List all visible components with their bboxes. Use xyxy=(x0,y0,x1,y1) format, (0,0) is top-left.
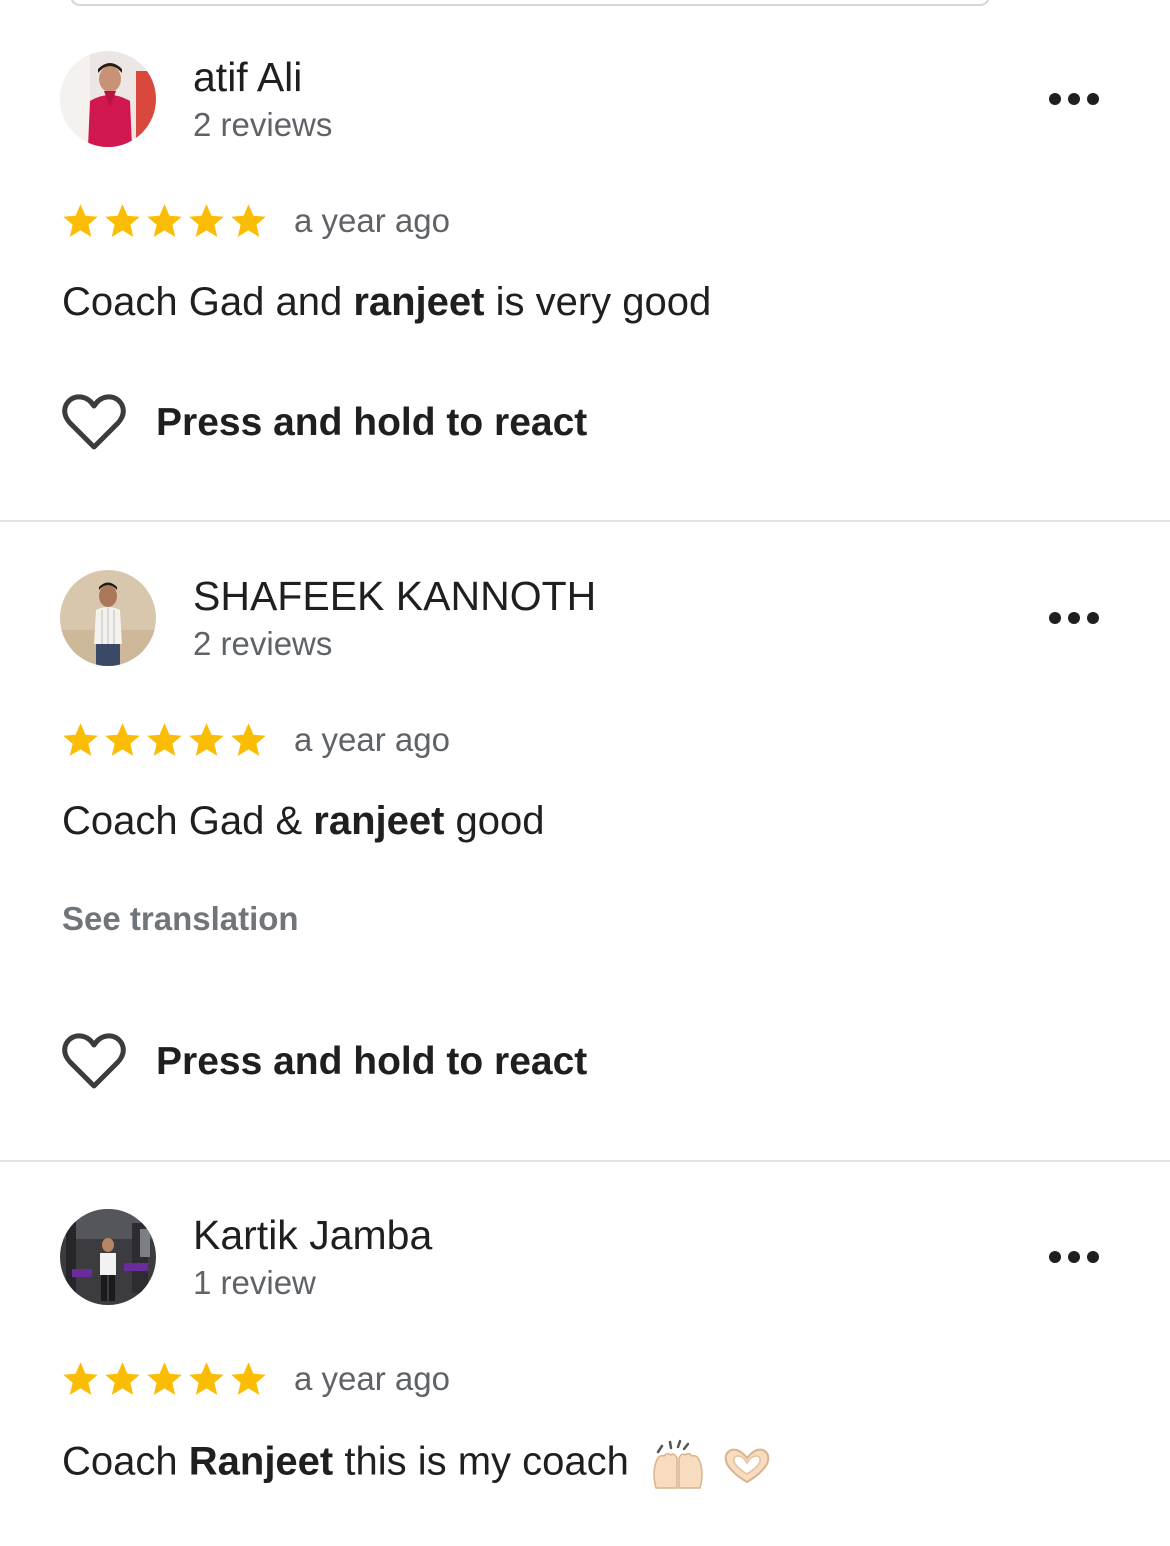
star-rating xyxy=(60,199,269,243)
star-icon xyxy=(147,204,182,237)
review-count: 1 review xyxy=(193,1264,316,1301)
more-options-icon[interactable] xyxy=(1046,607,1102,629)
star-icon xyxy=(105,1362,140,1395)
more-options-icon[interactable] xyxy=(1046,88,1102,110)
star-icon xyxy=(231,204,266,237)
see-translation-link[interactable]: See translation xyxy=(62,900,299,938)
heart-icon xyxy=(62,1033,126,1089)
star-icon xyxy=(189,204,224,237)
star-icon xyxy=(231,723,266,756)
star-icon xyxy=(189,723,224,756)
more-options-icon[interactable] xyxy=(1046,1246,1102,1268)
star-icon xyxy=(105,723,140,756)
star-icon xyxy=(63,204,98,237)
star-icon xyxy=(105,204,140,237)
heart-icon xyxy=(62,394,126,450)
review-time: a year ago xyxy=(294,1360,450,1397)
reviewer-name[interactable]: Kartik Jamba xyxy=(193,1212,432,1259)
review-text: Coach Ranjeet this is my coach xyxy=(62,1438,775,1490)
review-text: Coach Gad and ranjeet is very good xyxy=(62,280,711,325)
review-text: Coach Gad & ranjeet good xyxy=(62,799,545,844)
star-icon xyxy=(231,1362,266,1395)
review-text-part: Coach Gad and xyxy=(62,280,354,324)
review-text-highlight: Ranjeet xyxy=(188,1439,334,1484)
reviewer-name[interactable]: atif Ali xyxy=(193,54,302,101)
react-button[interactable]: Press and hold to react xyxy=(62,1030,587,1094)
star-icon xyxy=(147,723,182,756)
star-rating xyxy=(60,1357,269,1401)
star-icon xyxy=(63,1362,98,1395)
review-text-part: Coach xyxy=(62,1439,189,1484)
avatar[interactable] xyxy=(60,570,156,666)
star-rating xyxy=(60,718,269,762)
person-white-shirt-avatar xyxy=(60,570,156,666)
review-count: 2 reviews xyxy=(193,625,333,662)
star-icon xyxy=(147,1362,182,1395)
raising-hands-emoji xyxy=(653,1439,703,1489)
review-count: 2 reviews xyxy=(193,106,333,143)
review-time: a year ago xyxy=(294,721,450,758)
star-icon xyxy=(63,723,98,756)
review-time: a year ago xyxy=(294,202,450,239)
star-icon xyxy=(189,1362,224,1395)
review-text-part: good xyxy=(444,799,545,843)
review-card: SHAFEEK KANNOTH 2 reviews a year ago Coa… xyxy=(0,522,1170,1160)
person-gym-avatar xyxy=(60,1209,156,1305)
react-button[interactable]: Press and hold to react xyxy=(62,391,587,455)
react-label: Press and hold to react xyxy=(156,401,588,444)
review-text-part: Coach Gad & xyxy=(62,799,314,843)
review-card: Kartik Jamba 1 review a year ago Coach R… xyxy=(0,1162,1170,1546)
avatar[interactable] xyxy=(60,51,156,147)
reviewer-name[interactable]: SHAFEEK KANNOTH xyxy=(193,573,596,620)
person-red-shirt-avatar xyxy=(60,51,156,147)
react-label: Press and hold to react xyxy=(156,1040,588,1083)
review-text-highlight: ranjeet xyxy=(313,799,445,843)
review-text-part: this is my coach xyxy=(333,1439,629,1484)
review-card: atif Ali 2 reviews a year ago Coach Gad … xyxy=(0,0,1170,520)
avatar[interactable] xyxy=(60,1209,156,1305)
heart-hands-emoji xyxy=(724,1448,770,1484)
review-text-part: is very good xyxy=(484,280,712,324)
review-text-highlight: ranjeet xyxy=(353,280,485,324)
